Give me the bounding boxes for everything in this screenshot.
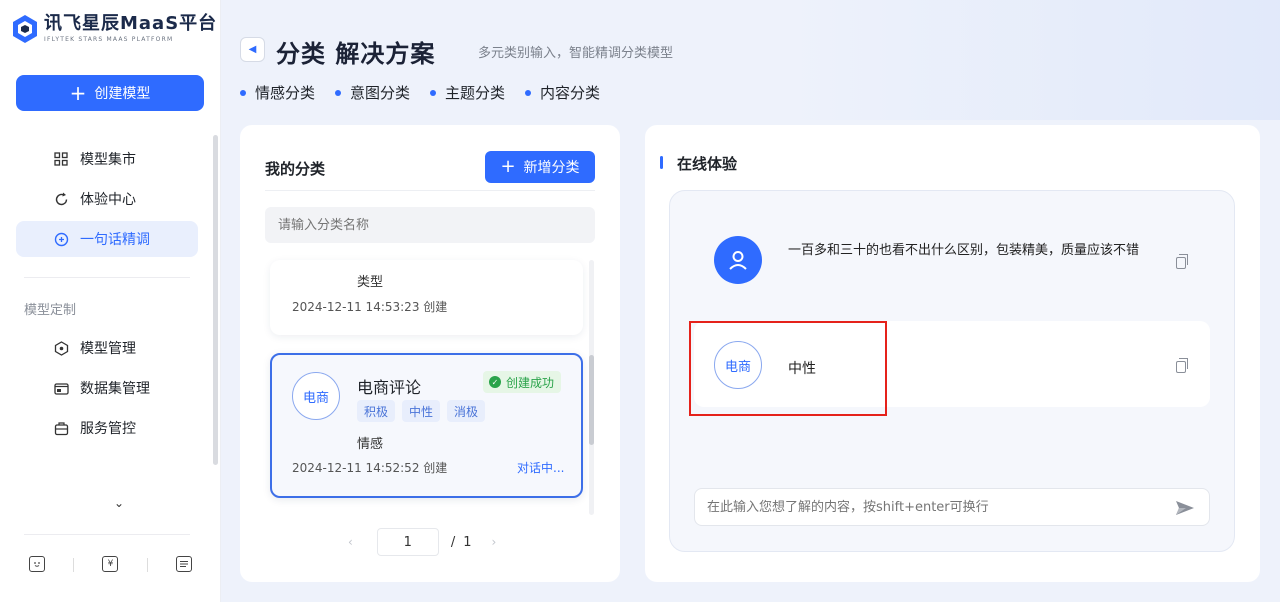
page-subtitle: 多元类别输入，智能精调分类模型 [478, 46, 674, 61]
sidebar-scrollbar[interactable] [213, 135, 218, 465]
add-classification-button[interactable]: + 新增分类 [485, 151, 595, 183]
grid-icon [53, 151, 69, 167]
sidebar-item-label: 体验中心 [80, 192, 136, 208]
classification-types: 情感分类 意图分类 主题分类 内容分类 [240, 82, 600, 103]
page-number-input[interactable]: 1 [376, 528, 439, 556]
card-type: 类型 [357, 275, 384, 290]
title-accent [660, 156, 663, 169]
chat-link[interactable]: 对话中... [517, 459, 564, 476]
divider [146, 558, 148, 572]
create-model-button[interactable]: + 创建模型 [16, 75, 204, 111]
logo-icon [13, 15, 37, 43]
type-tag: 意图分类 [335, 82, 410, 103]
card-title: 电商评论 [357, 378, 422, 397]
classification-card[interactable]: 类型 2024-12-11 14:53:23 创建 [270, 260, 583, 335]
scrollbar-thumb[interactable] [589, 355, 594, 445]
copy-icon[interactable] [1176, 358, 1188, 373]
prev-page-icon[interactable]: ‹ [348, 535, 353, 549]
sidebar-item-label: 模型管理 [80, 341, 136, 357]
billing-icon[interactable]: ¥ [102, 556, 119, 572]
status-label: 创建成功 [506, 375, 555, 390]
divider [265, 190, 595, 191]
bullet-dot [240, 89, 246, 96]
list-scrollbar[interactable] [589, 260, 594, 515]
bullet-dot [335, 89, 342, 96]
sidebar-item-service-control[interactable]: 服务管控 [16, 410, 198, 446]
divider [24, 277, 190, 278]
sidebar-item-fine-tune[interactable]: 一句话精调 [16, 221, 198, 257]
search-input[interactable] [265, 207, 595, 243]
copy-icon[interactable] [1176, 254, 1188, 269]
label-tag: 积极 [357, 400, 396, 422]
user-avatar-icon [714, 236, 762, 284]
card-date: 2024-12-11 14:52:52 创建 [292, 461, 448, 475]
model-icon [53, 340, 69, 356]
type-tag: 情感分类 [240, 82, 315, 103]
highlight-annotation [689, 321, 887, 416]
logo[interactable]: 讯飞星辰MaaS平台 IFLYTEK STARS MAAS PLATFORM [12, 14, 217, 44]
next-page-icon[interactable]: › [491, 535, 496, 549]
pagination: ‹ 1 / 1 › [348, 528, 496, 556]
sidebar-item-label: 数据集管理 [80, 381, 150, 397]
logo-title: 讯飞星辰MaaS平台 [44, 13, 218, 34]
bullet-dot [430, 89, 437, 96]
sidebar-item-model-market[interactable]: 模型集市 [16, 141, 198, 177]
page-separator: / [450, 534, 456, 550]
dataset-icon [53, 380, 69, 396]
type-tag: 主题分类 [430, 82, 505, 103]
header-background [780, 0, 1280, 120]
status-badge: ✓ 创建成功 [483, 371, 562, 393]
create-model-label: 创建模型 [94, 86, 151, 102]
service-icon [53, 420, 69, 436]
check-icon: ✓ [489, 376, 501, 388]
type-label: 主题分类 [445, 84, 506, 102]
classification-card-selected[interactable]: 电商 电商评论 ✓ 创建成功 积极 中性 消极 情感 2024-12-11 14… [270, 353, 583, 498]
panel-title: 我的分类 [265, 160, 326, 178]
docs-icon[interactable] [175, 556, 192, 572]
user-message-text: 一百多和三十的也看不出什么区别，包装精美，质量应该不错 [788, 243, 1140, 258]
back-button[interactable]: ◀ [240, 37, 265, 62]
label-tag: 中性 [402, 400, 441, 422]
divider [24, 534, 190, 535]
sidebar-item-label: 服务管控 [80, 421, 136, 437]
sidebar-item-experience[interactable]: 体验中心 [16, 181, 198, 217]
type-label: 内容分类 [540, 84, 601, 102]
logo-subtitle: IFLYTEK STARS MAAS PLATFORM [44, 36, 174, 43]
refresh-icon [53, 191, 69, 207]
bullet-dot [525, 89, 532, 96]
sidebar-item-dataset-management[interactable]: 数据集管理 [16, 370, 198, 406]
tune-icon [53, 231, 69, 247]
send-icon[interactable] [1175, 500, 1195, 516]
sidebar-item-label: 模型集市 [80, 152, 136, 168]
chat-input[interactable] [694, 488, 1210, 526]
divider [73, 558, 75, 572]
sidebar-footer: ¥ [0, 556, 221, 572]
type-label: 意图分类 [350, 84, 411, 102]
panel-title: 在线体验 [677, 155, 738, 173]
add-classification-label: 新增分类 [523, 160, 580, 176]
triangle-left-icon: ◀ [248, 44, 257, 55]
label-list: 积极 中性 消极 [357, 400, 486, 422]
plus-icon: + [69, 81, 87, 105]
chevron-down-icon[interactable]: ⌄ [114, 496, 124, 510]
avatar: 电商 [292, 372, 340, 420]
card-date: 2024-12-11 14:53:23 创建 [292, 300, 448, 314]
page-total: 1 [463, 534, 472, 550]
my-classifications-panel: 我的分类 + 新增分类 类型 2024-12-11 14:53:23 创建 电商… [240, 125, 620, 582]
type-label: 情感分类 [255, 84, 316, 102]
sidebar-item-model-management[interactable]: 模型管理 [16, 330, 198, 366]
sidebar: 讯飞星辰MaaS平台 IFLYTEK STARS MAAS PLATFORM +… [0, 0, 221, 602]
label-tag: 消极 [447, 400, 486, 422]
feedback-icon[interactable] [29, 556, 46, 572]
sidebar-item-label: 一句话精调 [80, 232, 150, 248]
card-type: 情感 [357, 437, 384, 452]
page-title: 分类 解决方案 [276, 40, 436, 68]
section-title: 模型定制 [24, 303, 77, 318]
type-tag: 内容分类 [525, 82, 600, 103]
plus-icon: + [500, 156, 516, 177]
